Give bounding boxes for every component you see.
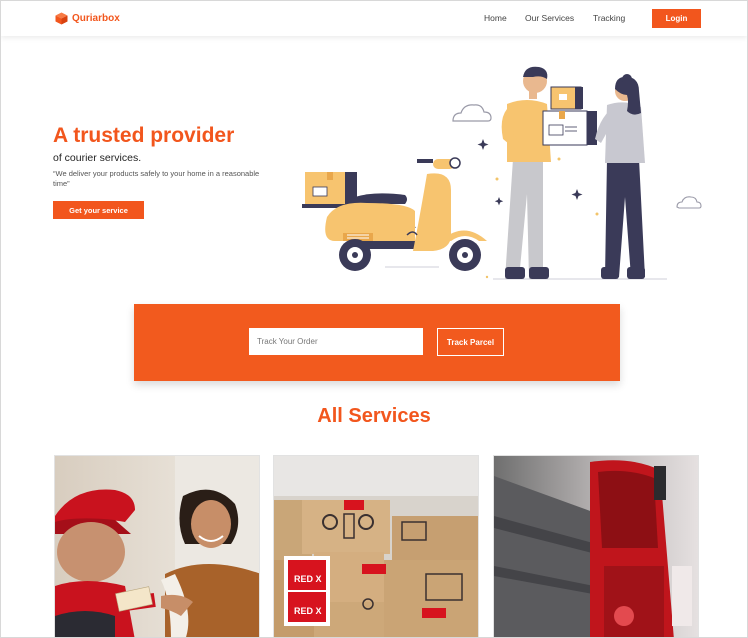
hero-quote: “We deliver your products safely to your… bbox=[53, 169, 260, 188]
box-logo-icon bbox=[55, 12, 68, 25]
cloud-icon bbox=[452, 104, 492, 122]
brand-name: Quriarbox bbox=[72, 13, 120, 24]
hero-subtitle: of courier services. bbox=[53, 152, 142, 164]
navbar: Quriarbox Home Our Services Tracking Log… bbox=[1, 1, 747, 36]
redx-label: RED X bbox=[294, 606, 322, 616]
customer-woman-figure bbox=[595, 74, 645, 279]
services-heading: All Services bbox=[317, 405, 431, 427]
scooter-icon bbox=[302, 157, 487, 271]
delivery-illustration bbox=[302, 66, 702, 280]
service-card-parcel-shipping[interactable]: RED X RED X bbox=[273, 455, 479, 637]
nav-link-our-services[interactable]: Our Services bbox=[525, 13, 574, 23]
hero-title: A trusted provider bbox=[53, 124, 235, 147]
truck-photo bbox=[494, 456, 698, 637]
brand-logo[interactable]: Quriarbox bbox=[55, 12, 120, 25]
track-parcel-button[interactable]: Track Parcel bbox=[437, 328, 504, 356]
delivery-man-figure bbox=[501, 66, 551, 279]
tracking-panel: Track Parcel bbox=[134, 304, 620, 381]
nav-link-home[interactable]: Home bbox=[484, 13, 507, 23]
cloud-icon bbox=[676, 196, 702, 209]
home-delivery-photo bbox=[55, 456, 259, 637]
login-button[interactable]: Login bbox=[652, 9, 701, 28]
parcel-boxes-photo: RED X RED X bbox=[274, 456, 478, 637]
get-service-button[interactable]: Get your service bbox=[53, 201, 144, 219]
parcel-box-icon bbox=[542, 86, 597, 146]
page: Quriarbox Home Our Services Tracking Log… bbox=[0, 0, 748, 638]
service-card-home-delivery[interactable] bbox=[54, 455, 260, 637]
nav-link-tracking[interactable]: Tracking bbox=[593, 13, 625, 23]
service-card-freight-transport[interactable] bbox=[493, 455, 699, 637]
track-order-input[interactable] bbox=[249, 328, 423, 355]
redx-label: RED X bbox=[294, 574, 322, 584]
